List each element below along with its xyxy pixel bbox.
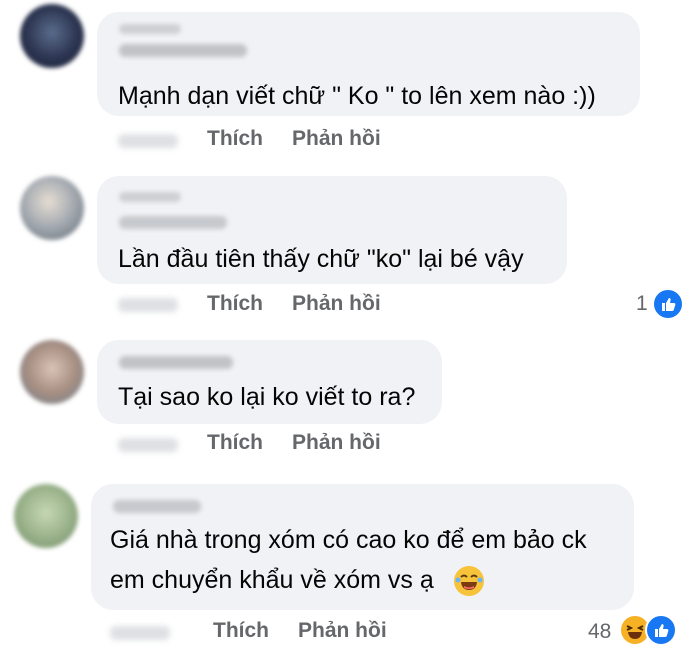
top-fan-badge [119,24,181,34]
reply-action[interactable]: Phản hồi [292,431,381,455]
reply-action[interactable]: Phản hồi [298,619,387,643]
like-icon [652,288,684,320]
comment-timestamp[interactable] [118,438,178,452]
laughing-emoji-icon [454,566,484,596]
reaction-count[interactable]: 48 [588,620,611,644]
like-action[interactable]: Thích [207,127,263,151]
avatar[interactable] [14,484,78,548]
avatar[interactable] [20,4,84,68]
commenter-name[interactable] [113,500,201,513]
comment-timestamp[interactable] [118,298,178,312]
avatar[interactable] [20,176,84,240]
top-fan-badge [119,192,181,202]
like-action[interactable]: Thích [207,431,263,455]
reaction-count[interactable]: 1 [636,292,648,316]
comment-text: Lần đầu tiên thấy chữ "ko" lại bé vậy [118,245,524,273]
like-action[interactable]: Thích [213,619,269,643]
commenter-name[interactable] [119,216,227,229]
comment-text-line-2: em chuyển khẩu về xóm vs ạ [110,566,434,594]
commenter-name[interactable] [119,44,247,57]
comment-text-line-1: Giá nhà trong xóm có cao ko để em bảo ck [110,526,587,554]
reply-action[interactable]: Phản hồi [292,127,381,151]
comment-timestamp[interactable] [110,626,170,640]
reply-action[interactable]: Phản hồi [292,292,381,316]
like-icon [645,614,677,646]
like-action[interactable]: Thích [207,292,263,316]
comment-text: Mạnh dạn viết chữ " Ko " to lên xem nào … [118,82,596,110]
commenter-name[interactable] [119,356,233,369]
comment-text: Tại sao ko lại ko viết to ra? [118,383,416,411]
avatar[interactable] [20,340,84,404]
comment-timestamp[interactable] [118,134,178,148]
